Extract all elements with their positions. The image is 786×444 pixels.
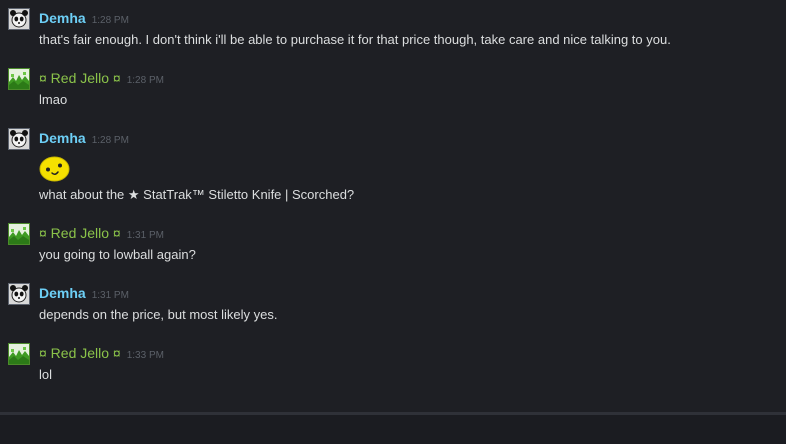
message-text: lmao xyxy=(39,92,68,107)
message-header: ¤ Red Jello ¤ 1:33 PM xyxy=(39,343,164,363)
message-input[interactable] xyxy=(0,415,786,444)
message-timestamp: 1:33 PM xyxy=(126,350,164,361)
avatar[interactable] xyxy=(8,223,30,245)
message-header: Demha 1:31 PM xyxy=(39,283,129,303)
yellow-smiley-emoticon-icon xyxy=(39,156,70,182)
avatar-leaves-icon xyxy=(9,344,29,364)
sender-name[interactable]: ¤ Red Jello ¤ xyxy=(39,345,121,361)
message-header: Demha 1:28 PM xyxy=(39,8,129,28)
message-text: lol xyxy=(39,367,53,382)
message-text: depends on the price, but most likely ye… xyxy=(39,307,278,322)
avatar-leaves-icon xyxy=(9,224,29,244)
chat-log: Demha 1:28 PM that's fair enough. I don't… xyxy=(0,0,786,412)
avatar-panda-icon xyxy=(9,284,29,304)
avatar-panda-icon xyxy=(9,129,29,149)
avatar-panda-icon xyxy=(9,9,29,29)
avatar[interactable] xyxy=(8,8,30,30)
message-timestamp: 1:28 PM xyxy=(126,75,164,86)
avatar[interactable] xyxy=(8,343,30,365)
avatar[interactable] xyxy=(8,128,30,150)
message-text: that's fair enough. I don't think i'll b… xyxy=(39,32,671,47)
avatar[interactable] xyxy=(8,68,30,90)
message-timestamp: 1:31 PM xyxy=(91,290,129,301)
message-timestamp: 1:31 PM xyxy=(126,230,164,241)
sender-name[interactable]: Demha xyxy=(39,285,86,301)
avatar[interactable] xyxy=(8,283,30,305)
sender-name[interactable]: ¤ Red Jello ¤ xyxy=(39,225,121,241)
message-text: you going to lowball again? xyxy=(39,247,196,262)
sender-name[interactable]: Demha xyxy=(39,130,86,146)
message-timestamp: 1:28 PM xyxy=(91,135,129,146)
message-text: what about the ★ StatTrak™ Stiletto Knif… xyxy=(39,187,355,202)
message-timestamp: 1:28 PM xyxy=(91,15,129,26)
avatar-leaves-icon xyxy=(9,69,29,89)
message-header: ¤ Red Jello ¤ 1:28 PM xyxy=(39,68,164,88)
sender-name[interactable]: ¤ Red Jello ¤ xyxy=(39,70,121,86)
message-header: Demha 1:28 PM xyxy=(39,128,129,148)
message-header: ¤ Red Jello ¤ 1:31 PM xyxy=(39,223,164,243)
sender-name[interactable]: Demha xyxy=(39,10,86,26)
